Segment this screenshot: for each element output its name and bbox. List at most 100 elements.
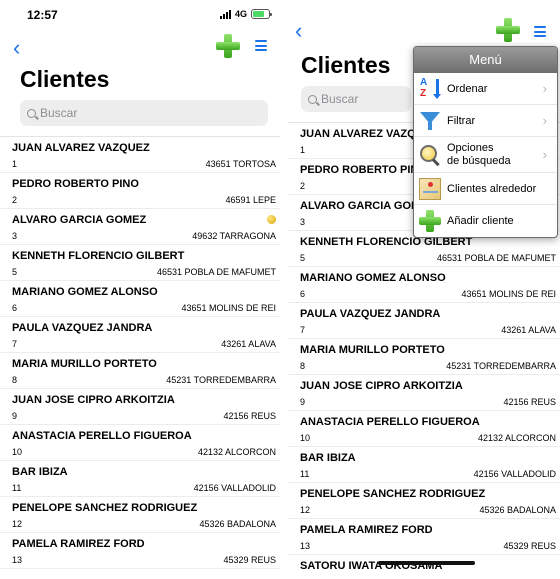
add-plus-icon[interactable]: [216, 34, 240, 58]
client-name: JUAN ALVAREZ VAZQUEZ: [12, 142, 150, 154]
client-row[interactable]: MARIA MURILLO PORTETO 8 45231 TORREDEMBARR…: [0, 353, 280, 389]
client-number: 3: [12, 231, 18, 241]
client-name: ALVARO GARCIA GOM: [300, 200, 421, 212]
client-address: 46591 LEPE: [225, 195, 276, 205]
client-row[interactable]: ANASTACIA PERELLO FIGUEROA 10 42132 ALCORC…: [288, 411, 560, 447]
client-name: BAR IBIZA: [300, 452, 356, 464]
search-input[interactable]: Buscar: [20, 100, 268, 126]
client-address: 45326 BADALONA: [199, 519, 276, 529]
client-row[interactable]: PAULA VAZQUEZ JANDRA 7 43261 ALAVA: [288, 303, 560, 339]
client-number: 11: [12, 483, 22, 493]
battery-icon: [251, 9, 272, 19]
menu-item-filtrar[interactable]: Filtrar ›: [414, 105, 557, 137]
client-row[interactable]: MARIA MURILLO PORTETO 8 45231 TORREDEMBARR…: [288, 339, 560, 375]
client-row[interactable]: MARIANO GOMEZ ALONSO 6 43651 MOLINS DE REI: [288, 267, 560, 303]
client-name: PEDRO ROBERTO PIN: [300, 164, 419, 176]
client-name: MARIA MURILLO PORTETO: [300, 344, 445, 356]
client-address: 43261 ALAVA: [501, 325, 556, 335]
back-chevron-left-icon[interactable]: ‹: [295, 20, 302, 42]
left-screen: 12:57 4G ‹ Clientes Buscar JUAN ALVAREZ …: [0, 0, 280, 579]
client-row[interactable]: ALVARO GARCIA GOMEZ 3 49632 TARRAGONA: [0, 209, 280, 245]
menu-item-label: Filtrar: [447, 114, 476, 127]
menu-item-label: Ordenar: [447, 82, 488, 95]
client-row[interactable]: KENNETH FLORENCIO GILBERT 5 46531 POBLA DE…: [0, 245, 280, 281]
client-row[interactable]: BAR IBIZA 11 42156 VALLADOLID: [0, 461, 280, 497]
chevron-right-icon: ›: [542, 147, 547, 162]
client-number: 10: [12, 447, 23, 457]
client-address: 45231 TORREDEMBARRA: [446, 361, 556, 371]
client-name: JUAN JOSE CIPRO ARKOITZIA: [12, 394, 175, 406]
popup-menu: Menú A Z Ordenar › Filtrar › Opciones de búsqu…: [413, 46, 558, 238]
search-input[interactable]: Buscar: [301, 86, 411, 112]
client-number: 3: [300, 217, 306, 227]
client-number: 8: [300, 361, 306, 371]
menu-item-opciones[interactable]: Opciones de búsqueda ›: [414, 137, 557, 173]
menu-item-label: Clientes alrededor: [447, 182, 537, 195]
client-row[interactable]: JUAN JOSE CIPRO ARKOITZIA 9 42156 REUS: [288, 375, 560, 411]
plus-icon: [419, 210, 441, 232]
client-number: 7: [12, 339, 18, 349]
client-name: ANASTACIA PERELLO FIGUEROA: [12, 430, 192, 442]
client-name: MARIA MURILLO PORTETO: [12, 358, 157, 370]
client-name: JUAN ALVAREZ VAZQ: [300, 128, 416, 140]
client-number: 9: [12, 411, 18, 421]
client-address: 49632 TARRAGONA: [192, 231, 276, 241]
client-row[interactable]: BAR IBIZA 11 42156 VALLADOLID: [288, 447, 560, 483]
client-name: ANASTACIA PERELLO FIGUEROA: [300, 416, 480, 428]
client-address: 43651 MOLINS DE REI: [461, 289, 556, 299]
client-row[interactable]: PAMELA RAMIREZ FORD 13 45329 REUS: [0, 533, 280, 569]
search-icon: [27, 108, 36, 118]
yellow-badge-icon: [267, 215, 276, 224]
menu-item-clientes-alrededor[interactable]: Clientes alrededor: [414, 173, 557, 205]
client-number: 8: [12, 375, 18, 385]
menu-title: Menú: [414, 47, 557, 73]
page-title: Clientes: [20, 66, 110, 92]
client-row[interactable]: PAMELA RAMIREZ FORD 13 45329 REUS: [288, 519, 560, 555]
add-plus-icon[interactable]: [496, 18, 520, 42]
home-indicator: [378, 561, 475, 565]
client-name: KENNETH FLORENCIO GILBERT: [12, 250, 185, 262]
back-chevron-left-icon[interactable]: ‹: [13, 37, 20, 59]
hamburger-menu-icon[interactable]: [534, 26, 546, 37]
menu-item-añadir-cliente[interactable]: Añadir cliente: [414, 205, 557, 237]
status-time: 12:57: [27, 8, 58, 22]
search-placeholder: Buscar: [321, 92, 359, 106]
client-address: 43651 TORTOSA: [205, 159, 276, 169]
page-title: Clientes: [301, 52, 391, 78]
client-row[interactable]: PAULA VAZQUEZ JANDRA 7 43261 ALAVA: [0, 317, 280, 353]
menu-item-ordenar[interactable]: A Z Ordenar ›: [414, 73, 557, 105]
client-row[interactable]: JUAN ALVAREZ VAZQUEZ 1 43651 TORTOSA: [0, 137, 280, 173]
client-address: 42132 ALCORCON: [197, 447, 276, 457]
client-number: 9: [300, 397, 306, 407]
client-row[interactable]: JUAN JOSE CIPRO ARKOITZIA 9 42156 REUS: [0, 389, 280, 425]
client-name: BAR IBIZA: [12, 466, 68, 478]
client-row[interactable]: PENELOPE SANCHEZ RODRIGUEZ 12 45326 BADALO…: [0, 497, 280, 533]
client-name: MARIANO GOMEZ ALONSO: [300, 272, 446, 284]
client-number: 1: [12, 159, 18, 169]
client-number: 10: [300, 433, 311, 443]
client-row[interactable]: MARIANO GOMEZ ALONSO 6 43651 MOLINS DE REI: [0, 281, 280, 317]
client-name: PENELOPE SANCHEZ RODRIGUEZ: [300, 488, 486, 500]
client-number: 11: [300, 469, 310, 479]
client-number: 5: [12, 267, 18, 277]
magnifier-icon: [419, 144, 441, 166]
client-number: 2: [12, 195, 18, 205]
client-row[interactable]: PENELOPE SANCHEZ RODRIGUEZ 12 45326 BADALO…: [288, 483, 560, 519]
client-row[interactable]: PEDRO ROBERTO PINO 2 46591 LEPE: [0, 173, 280, 209]
map-icon: [419, 177, 441, 200]
client-address: 42156 REUS: [223, 411, 276, 421]
client-name: PAMELA RAMIREZ FORD: [12, 538, 145, 550]
funnel-icon: [419, 110, 441, 132]
client-row[interactable]: ANASTACIA PERELLO FIGUEROA 10 42132 ALCORC…: [0, 425, 280, 461]
client-address: 42156 VALLADOLID: [193, 483, 276, 493]
signal-icon: [219, 9, 231, 19]
client-number: 7: [300, 325, 306, 335]
sort-az-icon: AZ: [419, 77, 441, 100]
search-icon: [308, 94, 317, 104]
client-row[interactable]: SATORU IWATA OKOSAMA: [288, 555, 560, 579]
hamburger-menu-icon[interactable]: [255, 40, 267, 51]
client-address: 43651 MOLINS DE REI: [181, 303, 276, 313]
search-placeholder: Buscar: [40, 106, 78, 120]
client-number: 12: [12, 519, 23, 529]
client-name: MARIANO GOMEZ ALONSO: [12, 286, 158, 298]
